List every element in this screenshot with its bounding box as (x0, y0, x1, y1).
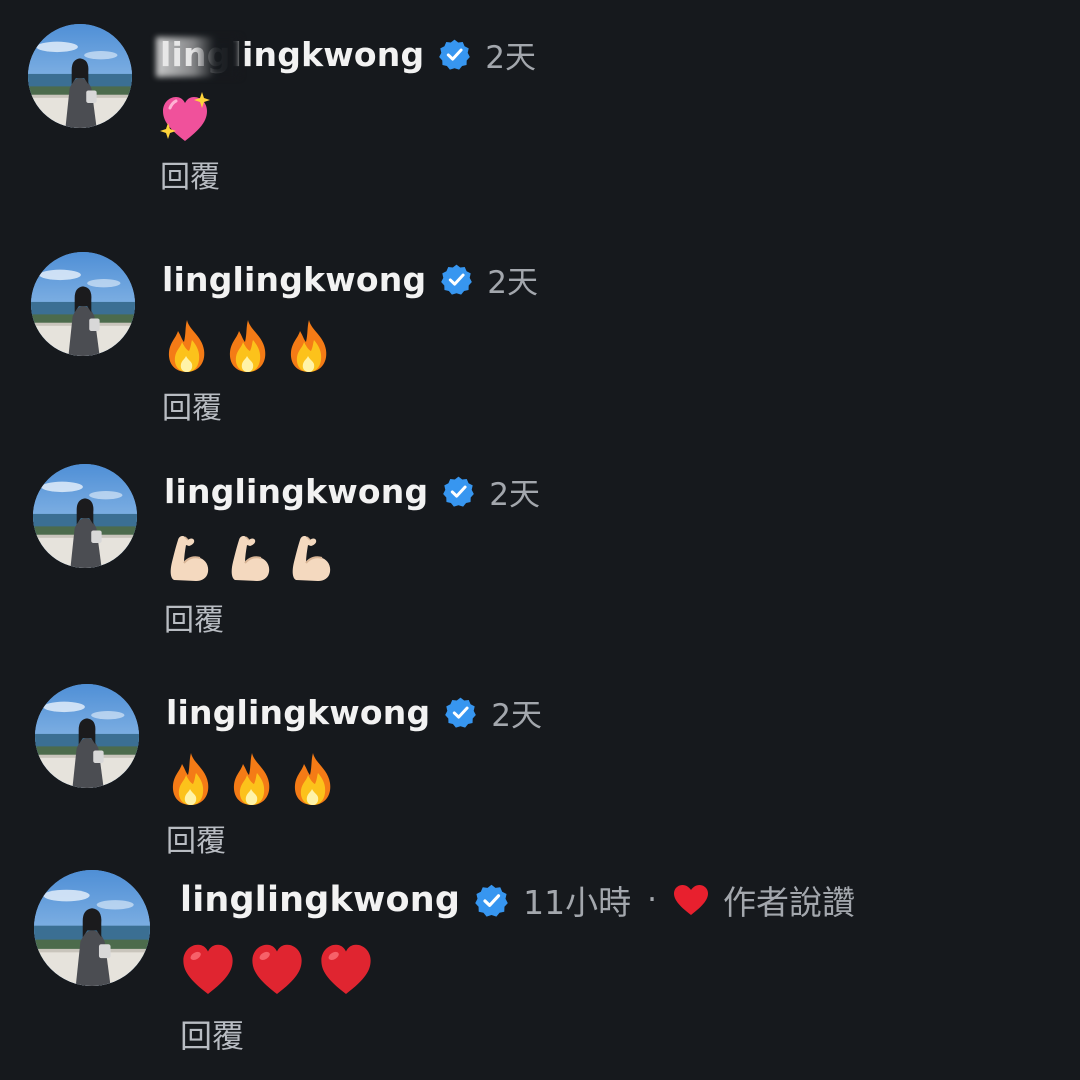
reply-button[interactable]: 回覆 (160, 158, 536, 198)
reply-button[interactable]: 回覆 (162, 389, 538, 429)
liked-by-author-label: 作者說讚 (723, 883, 856, 922)
sparkling-heart-icon (160, 91, 210, 145)
comment-text (164, 529, 540, 585)
verified-badge-icon (474, 883, 509, 918)
username[interactable]: linglingkwong (180, 880, 460, 920)
username[interactable]: linglingkwong (166, 693, 430, 732)
avatar[interactable] (35, 684, 139, 788)
comment-time: 11小時 (523, 883, 632, 922)
fire-icon (227, 751, 277, 805)
author-liked-heart-icon (673, 884, 709, 916)
red-heart-icon (180, 938, 236, 998)
flexed-biceps-icon (286, 530, 336, 584)
fire-icon (284, 318, 334, 372)
red-heart-icon (249, 938, 305, 998)
comment-text (162, 317, 538, 373)
verified-badge-icon (444, 696, 477, 729)
comment-time: 2天 (485, 39, 537, 76)
reply-button[interactable]: 回覆 (180, 1016, 855, 1056)
comment-time: 2天 (489, 476, 541, 513)
flexed-biceps-icon (225, 530, 275, 584)
avatar[interactable] (28, 24, 132, 128)
username-blur-mask (156, 36, 240, 77)
comment-time: 2天 (487, 264, 539, 301)
fire-icon (288, 751, 338, 805)
reply-button[interactable]: 回覆 (166, 822, 542, 862)
comment-text (166, 750, 542, 806)
avatar[interactable] (34, 870, 150, 986)
username[interactable]: linglingkwong (162, 260, 426, 299)
avatar[interactable] (31, 252, 135, 356)
reply-button[interactable]: 回覆 (164, 601, 540, 641)
comment-text (180, 938, 855, 998)
fire-icon (223, 318, 273, 372)
fire-icon (162, 318, 212, 372)
verified-badge-icon (438, 38, 471, 71)
comment-time: 2天 (491, 697, 543, 734)
verified-badge-icon (442, 475, 475, 508)
username[interactable]: linglingkwong (164, 472, 428, 511)
verified-badge-icon (440, 263, 473, 296)
fire-icon (166, 751, 216, 805)
comment-text (160, 90, 536, 146)
flexed-biceps-icon (164, 530, 214, 584)
red-heart-icon (318, 938, 374, 998)
avatar[interactable] (33, 464, 137, 568)
separator-dot: · (647, 882, 658, 918)
